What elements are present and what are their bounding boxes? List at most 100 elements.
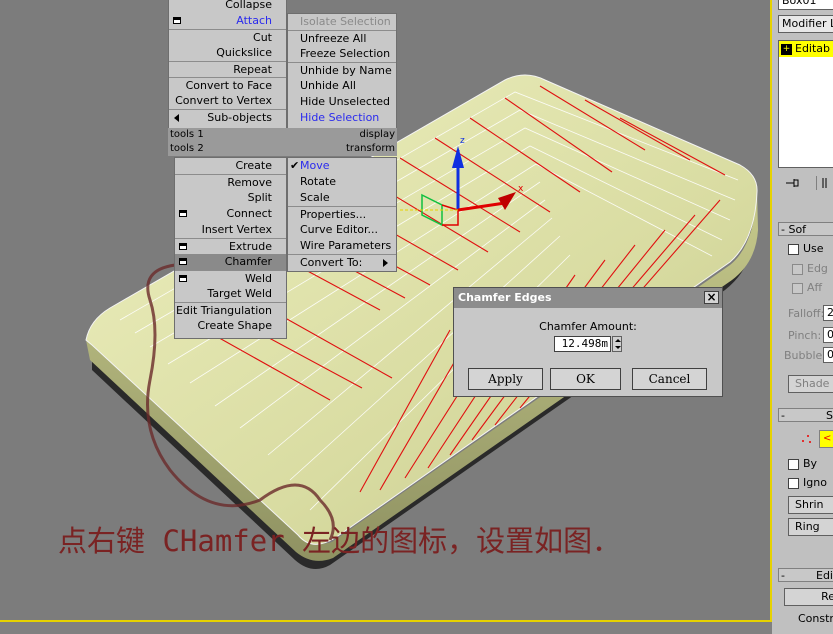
chamfer-edges-dialog: Chamfer Edges × Chamfer Amount: 12.498m …	[453, 287, 723, 397]
rollout-header-soft[interactable]: - Sof	[778, 222, 833, 236]
spinner-icon[interactable]	[612, 336, 622, 352]
menu-item-remove[interactable]: Remove	[175, 174, 286, 190]
shaded-face-toggle-button[interactable]: Shade	[788, 375, 833, 393]
quad-header-row2: tools 2 transform	[168, 142, 397, 156]
settings-box-icon[interactable]	[179, 243, 187, 250]
vertex-mode-icon[interactable]	[800, 432, 812, 444]
menu-item-properties[interactable]: Properties...	[288, 206, 396, 222]
header-transform: transform	[345, 143, 395, 154]
modifier-stack: + Editab	[778, 40, 833, 168]
axis-x-label: x	[518, 184, 524, 194]
menu-item-convert-to-face[interactable]: Convert to Face	[169, 77, 286, 93]
pinch-input[interactable]: 0	[823, 327, 833, 343]
menu-item-attach[interactable]: Attach	[169, 13, 286, 29]
rollout-header-selection[interactable]: - S	[778, 408, 833, 422]
edge-mode-icon[interactable]: <	[819, 430, 833, 448]
menu-item-insert-vertex[interactable]: Insert Vertex	[175, 222, 286, 238]
object-name-field[interactable]: Box01	[778, 0, 833, 10]
quad-header-row1: tools 1 display	[168, 128, 397, 142]
menu-item-convert-to-vertex[interactable]: Convert to Vertex	[169, 93, 286, 109]
header-tools1: tools 1	[170, 129, 204, 140]
settings-box-icon[interactable]	[173, 17, 181, 24]
close-icon[interactable]: ×	[704, 291, 719, 304]
header-display: display	[359, 129, 395, 140]
menu-item-cut[interactable]: Cut	[169, 29, 286, 45]
modifier-list-dropdown[interactable]: Modifier Lis	[778, 15, 833, 33]
show-end-result-icon[interactable]	[816, 176, 833, 190]
checkbox[interactable]	[792, 282, 803, 294]
axis-z-label: z	[460, 136, 465, 146]
shrink-button[interactable]: Shrin	[788, 496, 833, 514]
chamfer-amount-label: Chamfer Amount:	[539, 320, 637, 333]
menu-item-quickslice[interactable]: Quickslice	[169, 45, 286, 61]
menu-item-wire-parameters[interactable]: Wire Parameters	[288, 238, 396, 254]
constraints-label: Constra	[798, 612, 833, 625]
menu-item-convert-to[interactable]: Convert To:	[288, 254, 396, 270]
settings-box-icon[interactable]	[179, 275, 187, 282]
menu-item-collapse[interactable]: Collapse	[169, 0, 286, 13]
soft-selection-rollout: - Sof	[778, 222, 833, 236]
rollout-header-edit[interactable]: - Edi	[778, 568, 833, 582]
header-tools2: tools 2	[170, 143, 204, 154]
submenu-right-arrow-icon	[383, 259, 388, 267]
expand-plus-icon[interactable]: +	[781, 43, 792, 55]
ok-button[interactable]: OK	[550, 368, 621, 390]
menu-item-scale[interactable]: Scale	[288, 190, 396, 206]
checkbox[interactable]	[788, 458, 799, 470]
cancel-button[interactable]: Cancel	[632, 368, 707, 390]
use-soft-selection[interactable]: Use	[788, 242, 824, 255]
menu-item-move[interactable]: ✔ Move	[288, 158, 396, 174]
tutorial-caption: 点右键 CHamfer 左边的图标，设置如图．	[58, 524, 622, 558]
stack-item-editable[interactable]: + Editab	[779, 41, 833, 57]
dialog-title: Chamfer Edges	[458, 291, 552, 304]
quad-menu-transform: ✔ Move Rotate Scale Properties... Curve E…	[287, 157, 397, 272]
menu-item-isolate-selection[interactable]: Isolate Selection	[288, 14, 396, 30]
pin-stack-icon[interactable]	[784, 176, 800, 190]
menu-item-connect[interactable]: Connect	[175, 206, 286, 222]
edge-distance[interactable]: Edg	[792, 262, 828, 275]
menu-item-hide-unselected[interactable]: Hide Unselected	[288, 94, 396, 110]
submenu-left-arrow-icon	[174, 114, 179, 122]
apply-button[interactable]: Apply	[468, 368, 543, 390]
checkbox[interactable]	[788, 243, 799, 255]
menu-item-unhide-all[interactable]: Unhide All	[288, 78, 396, 94]
menu-item-create[interactable]: Create	[175, 158, 286, 174]
by-vertex-checkbox[interactable]: By	[788, 457, 817, 470]
checkbox[interactable]	[788, 477, 799, 489]
chamfer-settings-box-icon[interactable]	[179, 258, 187, 265]
menu-item-split[interactable]: Split	[175, 190, 286, 206]
falloff-label: Falloff:	[788, 307, 825, 320]
ignore-backfacing-checkbox[interactable]: Igno	[788, 476, 827, 489]
remove-button[interactable]: Re	[784, 588, 833, 606]
edit-edges-rollout: - Edi	[778, 568, 833, 582]
dialog-title-bar[interactable]: Chamfer Edges ×	[454, 288, 722, 308]
pinch-label: Pinch:	[788, 329, 822, 342]
menu-item-weld[interactable]: Weld	[175, 270, 286, 286]
quad-menu-display: Isolate Selection Unfreeze All Freeze Se…	[287, 13, 397, 129]
checkbox[interactable]	[792, 263, 803, 275]
menu-item-chamfer[interactable]: Chamfer	[175, 254, 286, 270]
menu-item-create-shape[interactable]: Create Shape	[175, 318, 286, 334]
quad-menu-tools2: Create Remove Split Connect Insert Verte…	[174, 157, 287, 339]
menu-item-sub-objects[interactable]: Sub-objects	[169, 109, 286, 125]
bubble-input[interactable]: 0	[823, 347, 833, 363]
affect-backfacing[interactable]: Aff	[792, 281, 822, 294]
menu-item-extrude[interactable]: Extrude	[175, 238, 286, 254]
menu-item-rotate[interactable]: Rotate	[288, 174, 396, 190]
falloff-input[interactable]: 2	[823, 305, 833, 321]
menu-item-curve-editor[interactable]: Curve Editor...	[288, 222, 396, 238]
menu-item-repeat[interactable]: Repeat	[169, 61, 286, 77]
quad-menu-tools1: Collapse Attach Cut Quickslice Repeat Co…	[168, 0, 287, 130]
perspective-viewport[interactable]: z x Collapse Attach Cut Quickslice Repea…	[0, 0, 772, 622]
menu-item-freeze-selection[interactable]: Freeze Selection	[288, 46, 396, 62]
menu-item-unfreeze-all[interactable]: Unfreeze All	[288, 30, 396, 46]
ring-button[interactable]: Ring	[788, 518, 833, 536]
chamfer-amount-input[interactable]: 12.498m	[554, 336, 611, 352]
menu-item-hide-selection[interactable]: Hide Selection	[288, 110, 396, 126]
menu-item-edit-triangulation[interactable]: Edit Triangulation	[175, 302, 286, 318]
selection-rollout: - S	[778, 408, 833, 422]
settings-box-icon[interactable]	[179, 210, 187, 217]
checkmark-icon: ✔	[290, 159, 300, 172]
menu-item-target-weld[interactable]: Target Weld	[175, 286, 286, 302]
menu-item-unhide-by-name[interactable]: Unhide by Name	[288, 62, 396, 78]
